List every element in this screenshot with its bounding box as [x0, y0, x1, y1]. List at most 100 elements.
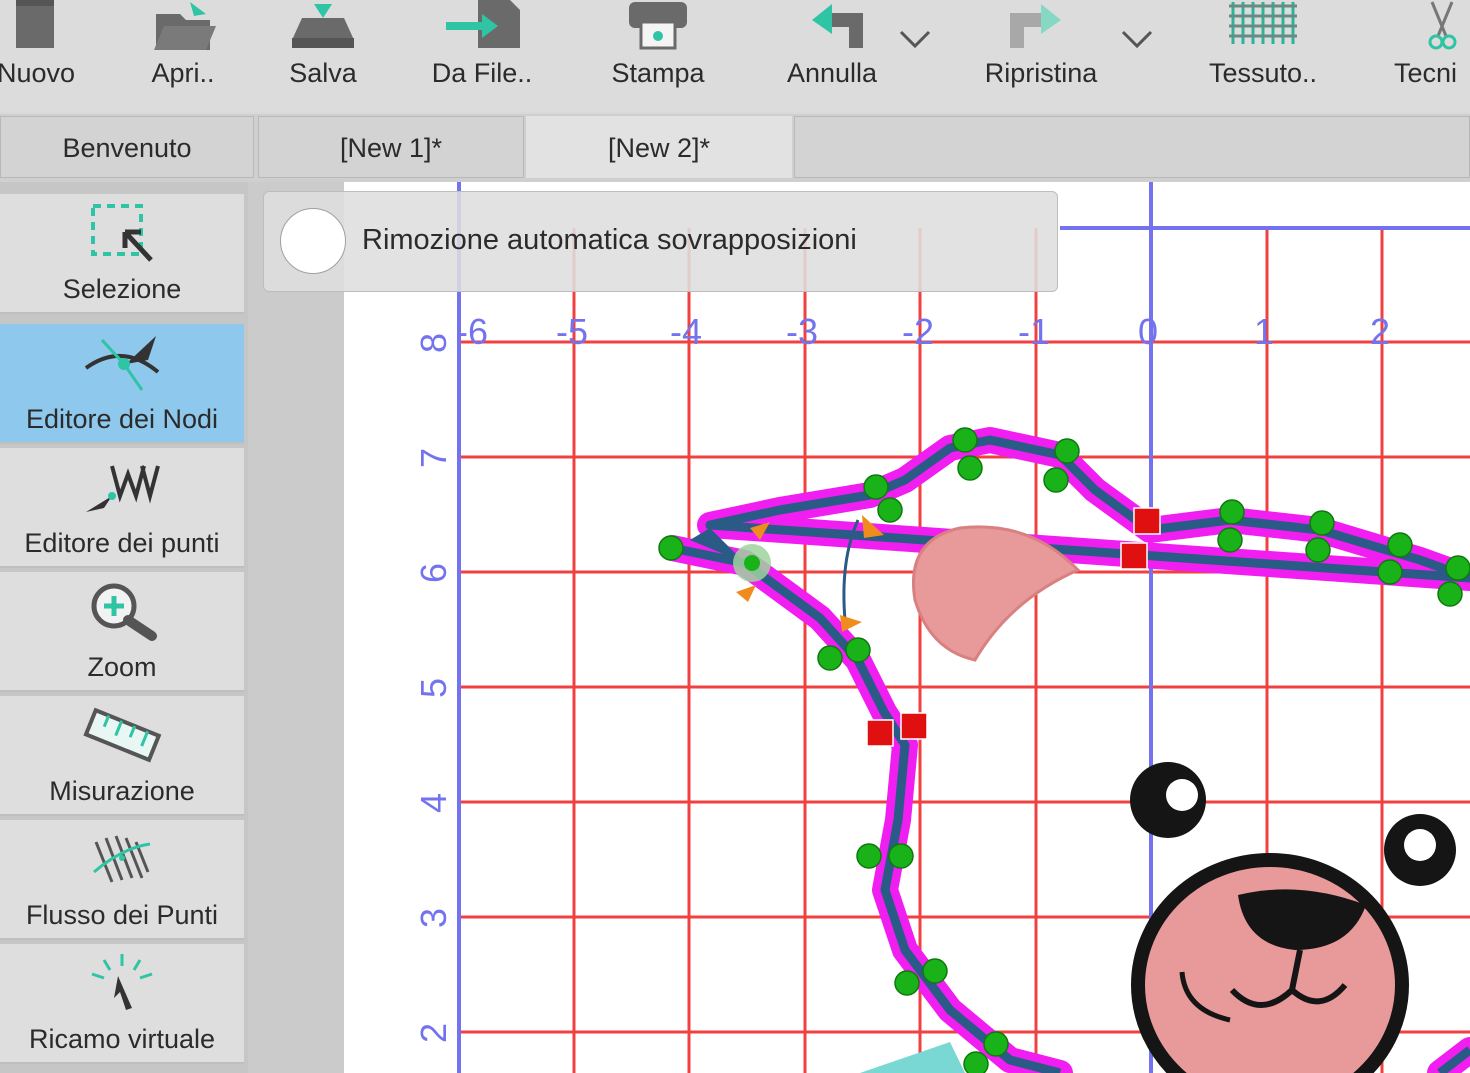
print-button[interactable]: Stampa — [600, 0, 716, 105]
from-file-button[interactable]: Da File.. — [420, 0, 544, 105]
tool-editore-dei-nodi[interactable]: Editore dei Nodi — [0, 324, 244, 444]
redo-button[interactable]: Ripristina — [970, 0, 1112, 105]
tool-misurazione-label: Misurazione — [49, 776, 195, 806]
open-folder-icon — [154, 2, 216, 50]
tool-flusso-dei-punti-label: Flusso dei Punti — [25, 900, 219, 930]
open-button[interactable]: Apri.. — [138, 0, 228, 105]
tab-new-2[interactable]: [New 2]* — [526, 116, 792, 178]
open-button-label: Apri.. — [151, 58, 215, 88]
x-ruler-label: 0 — [1138, 311, 1158, 352]
tool-zoom[interactable]: Zoom — [0, 572, 244, 692]
auto-overlap-removal-toggle[interactable] — [280, 208, 346, 274]
outline-node[interactable] — [952, 427, 978, 453]
tool-editore-dei-punti[interactable]: Editore dei punti — [0, 448, 244, 568]
outline-node[interactable] — [1043, 467, 1069, 493]
design-canvas[interactable]: -6 -5 -4 -3 -2 -1 0 1 2 8 7 6 5 4 3 2 — [344, 182, 1470, 1073]
tool-misurazione[interactable]: Misurazione — [0, 696, 244, 816]
stitch-editor-icon — [86, 465, 160, 512]
outline-node[interactable] — [1219, 499, 1245, 525]
cyan-stitch-fragment — [860, 1042, 965, 1073]
y-ruler-label: 8 — [413, 333, 454, 353]
tool-selezione-label: Selezione — [62, 274, 182, 304]
x-ruler-label: -3 — [786, 311, 818, 352]
y-ruler-label: 4 — [413, 793, 454, 813]
outline-node[interactable] — [863, 474, 889, 500]
outline-node[interactable] — [1054, 438, 1080, 464]
save-button[interactable]: Salva — [280, 0, 366, 105]
corner-node[interactable] — [1133, 507, 1161, 535]
import-from-file-icon — [446, 0, 520, 48]
tool-ricamo-virtuale[interactable]: Ricamo virtuale — [0, 944, 244, 1064]
outline-node[interactable] — [1437, 581, 1463, 607]
outline-node[interactable] — [1305, 537, 1331, 563]
outline-node[interactable] — [1387, 532, 1413, 558]
y-ruler-label: 5 — [413, 678, 454, 698]
redo-button-label: Ripristina — [984, 58, 1098, 88]
technique-button[interactable]: Tecni — [1392, 0, 1470, 105]
undo-chevron-down-icon[interactable] — [898, 28, 932, 50]
outline-node[interactable] — [1309, 510, 1335, 536]
save-drive-icon — [292, 4, 354, 48]
x-ruler-label: 2 — [1370, 311, 1390, 352]
redo-chevron-down-icon[interactable] — [1120, 28, 1154, 50]
fabric-button-label: Tessuto.. — [1208, 58, 1318, 88]
left-eye[interactable] — [1130, 762, 1206, 838]
tool-editore-dei-punti-label: Editore dei punti — [24, 528, 220, 558]
scissors-icon — [1428, 1, 1457, 50]
outline-node[interactable] — [894, 970, 920, 996]
outline-node[interactable] — [1377, 559, 1403, 585]
y-ruler-label: 3 — [413, 908, 454, 928]
x-ruler-label: -4 — [670, 311, 702, 352]
technique-button-label: Tecni — [1394, 58, 1458, 88]
outline-node[interactable] — [983, 1031, 1009, 1057]
node-editor-icon — [84, 336, 160, 391]
new-button-label: Nuovo — [0, 58, 76, 88]
tab-benvenuto[interactable]: Benvenuto — [0, 116, 254, 178]
redo-icon — [1010, 4, 1061, 48]
corner-node[interactable] — [866, 719, 894, 747]
x-ruler-label: 1 — [1254, 311, 1274, 352]
virtual-embroidery-icon — [91, 954, 153, 1010]
printer-icon — [629, 2, 687, 50]
outline-node[interactable] — [817, 645, 843, 671]
from-file-button-label: Da File.. — [431, 58, 533, 88]
ruler-icon — [83, 707, 162, 763]
outline-node[interactable] — [658, 535, 684, 561]
fabric-button[interactable]: Tessuto.. — [1196, 0, 1330, 105]
bezier-handle[interactable] — [736, 585, 756, 602]
new-file-icon — [16, 0, 54, 48]
outline-node[interactable] — [957, 455, 983, 481]
bear-muzzle[interactable] — [1131, 853, 1409, 1073]
x-ruler-label: -5 — [556, 311, 588, 352]
outline-node[interactable] — [922, 958, 948, 984]
tab-new-1[interactable]: [New 1]* — [258, 116, 524, 178]
right-eye[interactable] — [1384, 814, 1456, 886]
outline-node[interactable] — [845, 637, 871, 663]
design-canvas-svg[interactable]: -6 -5 -4 -3 -2 -1 0 1 2 8 7 6 5 4 3 2 — [344, 182, 1470, 1073]
zoom-icon — [91, 583, 157, 641]
main-toolbar: Nuovo Apri.. Salva Da File.. Stampa Annu… — [0, 0, 1470, 112]
outline-node[interactable] — [963, 1051, 989, 1073]
undo-button[interactable]: Annulla — [776, 0, 888, 105]
outline-node[interactable] — [1217, 527, 1243, 553]
outline-node[interactable] — [856, 843, 882, 869]
tool-flusso-dei-punti[interactable]: Flusso dei Punti — [0, 820, 244, 940]
outline-node[interactable] — [877, 497, 903, 523]
bezier-handle[interactable] — [840, 615, 862, 632]
undo-icon — [812, 4, 863, 48]
new-button[interactable]: Nuovo — [0, 0, 82, 105]
tool-selezione[interactable]: Selezione — [0, 194, 244, 314]
selection-icon — [91, 204, 153, 262]
outline-node[interactable] — [1445, 555, 1470, 581]
auto-overlap-removal-label: Rimozione automatica sovrapposizioni — [362, 224, 857, 256]
x-ruler-label: -1 — [1018, 311, 1050, 352]
selected-node[interactable] — [733, 544, 771, 582]
document-tab-bar: Benvenuto [New 1]* [New 2]* — [0, 114, 1470, 182]
auto-overlap-removal-bar: Rimozione automatica sovrapposizioni — [263, 191, 1058, 292]
stitch-flow-icon — [93, 835, 151, 883]
corner-node[interactable] — [900, 712, 928, 740]
y-ruler-label: 6 — [413, 563, 454, 583]
corner-node[interactable] — [1120, 542, 1148, 570]
panel-gutter — [248, 182, 344, 1073]
outline-node[interactable] — [888, 843, 914, 869]
